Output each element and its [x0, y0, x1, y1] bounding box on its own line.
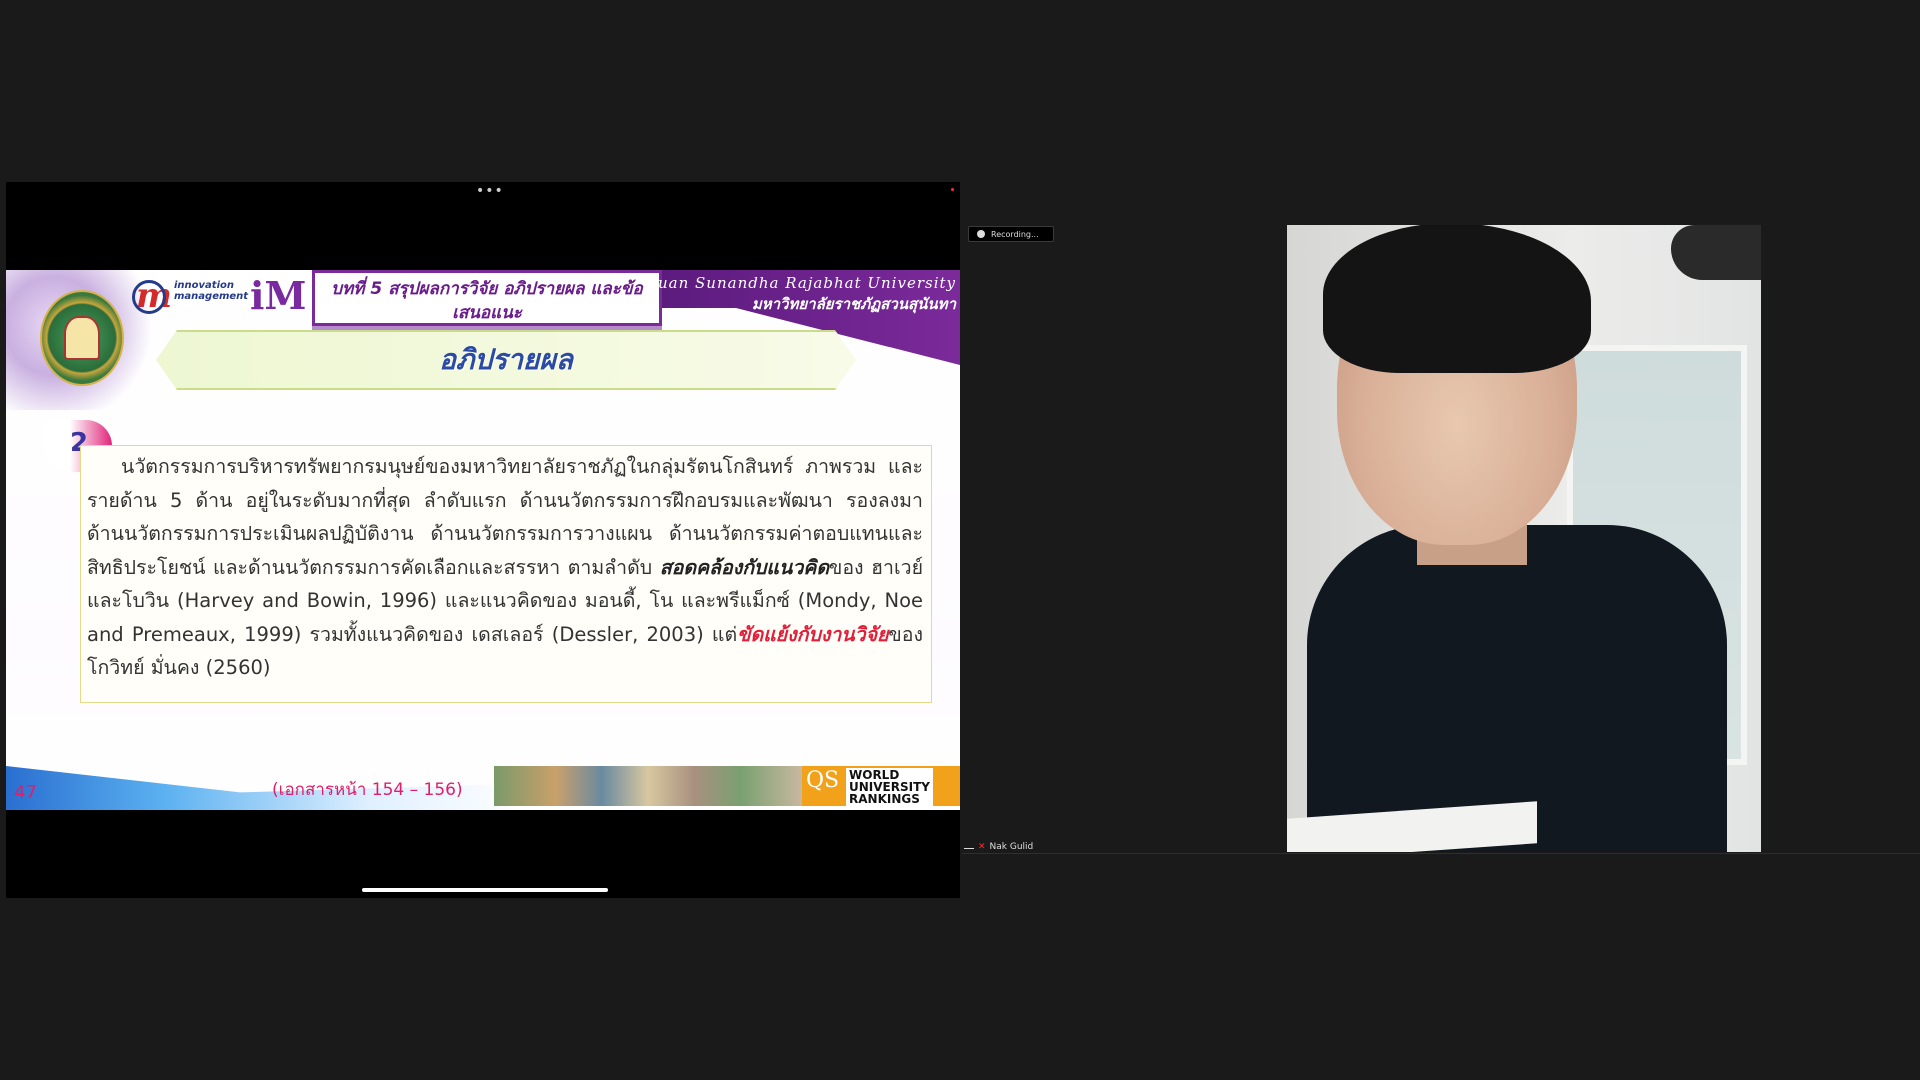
- recording-label: Recording...: [991, 230, 1039, 239]
- university-name-th: มหาวิทยาลัยราชภัฏสวนสุนันทา: [751, 295, 956, 313]
- contrast-text: ขัดแย้งกับงานวิจัย: [737, 622, 889, 646]
- participant-name: Nak Gulid: [989, 842, 1034, 852]
- qs-letters: QS: [806, 768, 840, 793]
- divider: [962, 853, 1920, 854]
- person-hair: [1323, 225, 1591, 373]
- participant-name-tag: ✕ Nak Gulid: [964, 840, 1033, 852]
- slide-title-banner: อภิปรายผล: [156, 330, 856, 390]
- logo-caption: innovation management: [174, 280, 249, 302]
- cloud-recording-icon: [977, 229, 985, 238]
- presentation-slide: m innovation management iM บทที่ 5 สรุปผ…: [6, 270, 960, 810]
- discussion-paragraph: นวัตกรรมการบริหารทรัพยากรมนุษย์ของมหาวิท…: [87, 450, 923, 685]
- muted-mic-icon: ✕: [978, 842, 986, 852]
- page-number: 47: [14, 782, 37, 803]
- more-options-icon[interactable]: •••: [476, 182, 504, 200]
- qs-rankings-logo: QS WORLD UNIVERSITY RANKINGS: [802, 766, 960, 806]
- home-indicator-bar: [362, 888, 608, 892]
- indicator-dot: [951, 188, 954, 191]
- document-pages-reference: (เอกสารหน้า 154 – 156): [272, 780, 463, 800]
- slide-title: อภิปรายผล: [439, 343, 573, 376]
- slide-footer: 47 (เอกสารหน้า 154 – 156) QS WORLD UNIVE…: [6, 766, 960, 810]
- im-logo: iM: [250, 273, 307, 318]
- content-box: นวัตกรรมการบริหารทรัพยากรมนุษย์ของมหาวิท…: [80, 445, 932, 703]
- screen-share-panel: ••• m innovation management iM บทที่ 5 ส…: [6, 182, 960, 898]
- chapter-title: บทที่ 5 สรุปผลการวิจัย อภิปรายผล และข้อเ…: [312, 270, 662, 326]
- innovation-management-logo: m: [132, 276, 172, 316]
- participant-video[interactable]: [1287, 225, 1761, 852]
- university-seal-logo: [40, 290, 124, 386]
- emphasis-text: สอดคล้องกับแนวคิด: [659, 555, 829, 579]
- university-name-en: Suan Sunandha Rajabhat University: [646, 274, 956, 292]
- qs-rankings-text: WORLD UNIVERSITY RANKINGS: [846, 768, 933, 806]
- recording-indicator[interactable]: Recording...: [968, 226, 1054, 242]
- campus-photo-strip: [494, 766, 802, 806]
- signal-strength-icon: [964, 840, 974, 849]
- background-lamp: [1671, 225, 1761, 280]
